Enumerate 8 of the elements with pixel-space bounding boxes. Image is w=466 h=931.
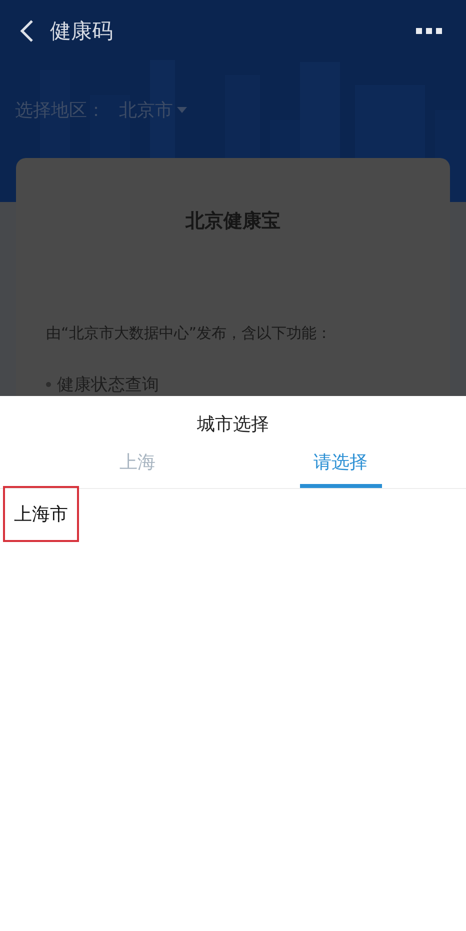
tab[interactable]: 上海 [106,450,170,488]
page-title: 健康码 [50,18,114,45]
more-icon[interactable] [414,25,444,37]
sheet-title: 城市选择 [196,413,270,436]
caret-icon [177,106,187,114]
bullet-icon [46,382,51,387]
tab[interactable]: 请选择 [300,450,382,488]
city-option[interactable]: 上海市 [3,486,79,542]
